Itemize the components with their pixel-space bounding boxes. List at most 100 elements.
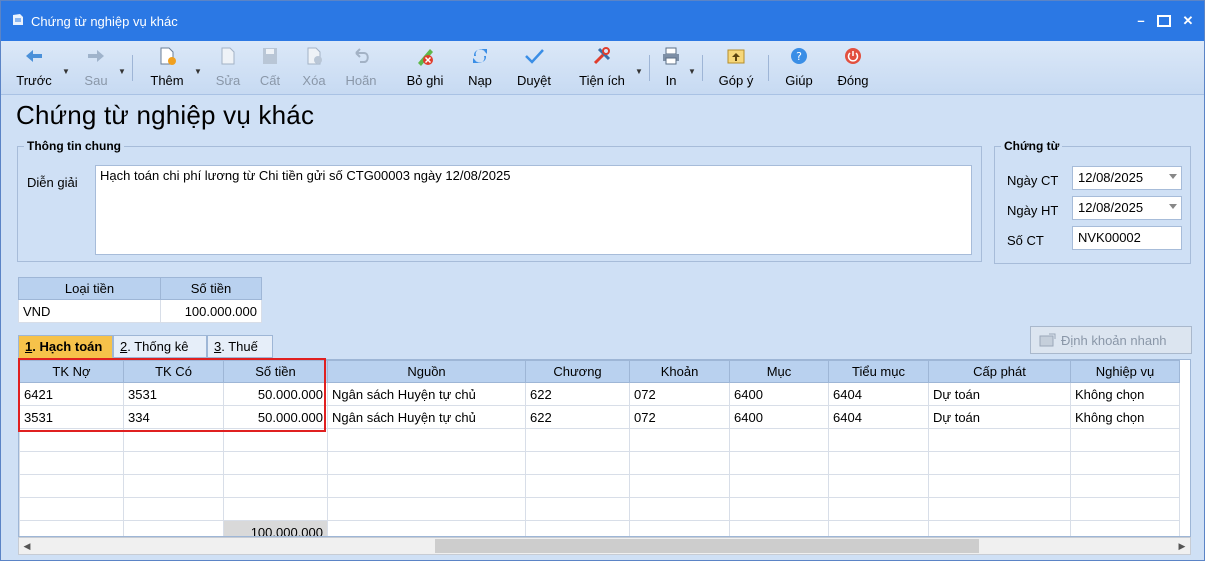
posting-date-label: Ngày HT [1007, 203, 1059, 218]
checkmark-icon [525, 49, 544, 64]
voucher-date-field[interactable]: 12/08/2025 [1072, 166, 1182, 190]
tab-statistics-label: . Thống kê [127, 339, 189, 354]
close-button[interactable]: Đóng [832, 45, 874, 91]
print-dropdown-icon[interactable]: ▼ [688, 67, 696, 76]
arrow-right-icon [88, 50, 104, 62]
unpost-button[interactable]: Bỏ ghi [402, 45, 448, 91]
posting-date-field[interactable]: 12/08/2025 [1072, 196, 1182, 220]
prev-dropdown-icon[interactable]: ▼ [62, 67, 70, 76]
delete-button[interactable]: Xóa [297, 45, 331, 91]
printer-icon [663, 47, 679, 65]
tab-accounting[interactable]: 1. Hạch toán [18, 335, 113, 358]
arrow-left-icon [26, 50, 42, 62]
add-dropdown-icon[interactable]: ▼ [194, 67, 202, 76]
toolbar-separator [702, 55, 703, 81]
feedback-button[interactable]: Góp ý [713, 45, 759, 91]
grid-cell[interactable]: Không chọn [1070, 382, 1180, 406]
grid-cell[interactable]: 622 [525, 382, 630, 406]
currency-amount-header: Số tiền [160, 277, 262, 300]
scrollbar-thumb[interactable] [435, 539, 979, 553]
tools-icon [593, 47, 611, 65]
description-field[interactable]: Hạch toán chi phí lương từ Chi tiền gửi … [95, 165, 972, 255]
chevron-down-icon[interactable] [1169, 174, 1177, 179]
voucher-group: Chứng từ Ngày CT 12/08/2025 Ngày HT 12/0… [994, 139, 1191, 264]
grid-cell[interactable]: Ngân sách Huyện tự chủ [327, 405, 526, 429]
next-dropdown-icon[interactable]: ▼ [118, 67, 126, 76]
grid-cell[interactable]: 6404 [828, 405, 929, 429]
toolbar-separator [649, 55, 650, 81]
scroll-left-icon[interactable]: ◀ [21, 540, 33, 552]
grid-cell[interactable]: 6421 [19, 382, 124, 406]
description-label: Diễn giải [27, 175, 78, 190]
grid-cell[interactable]: 3531 [123, 382, 224, 406]
window: Chứng từ nghiệp vụ khác – ✕ Trước ▼ Sau … [0, 0, 1205, 561]
grid-cell[interactable]: 6404 [828, 382, 929, 406]
table-row[interactable]: 6421 3531 50.000.000 Ngân sách Huyện tự … [19, 382, 1180, 406]
col-allocation-header[interactable]: Cấp phát [928, 360, 1071, 383]
print-button[interactable]: In [658, 45, 684, 91]
scroll-right-icon[interactable]: ▶ [1176, 540, 1188, 552]
quick-entry-button[interactable]: Định khoản nhanh [1030, 326, 1192, 354]
grid-cell[interactable]: 622 [525, 405, 630, 429]
grid-cell[interactable]: 072 [629, 405, 730, 429]
col-operation-header[interactable]: Nghiệp vụ [1070, 360, 1180, 383]
unpost-icon [418, 49, 433, 66]
utility-button[interactable]: Tiện ích [573, 45, 631, 91]
col-item-header[interactable]: Mục [729, 360, 829, 383]
col-source-header[interactable]: Nguồn [327, 360, 526, 383]
next-button[interactable]: Sau [79, 45, 113, 91]
help-button[interactable]: ? Giúp [781, 45, 817, 91]
grid-cell[interactable]: 50.000.000 [223, 405, 328, 429]
col-debit-header[interactable]: TK Nợ [19, 360, 124, 383]
grid-cell[interactable]: 072 [629, 382, 730, 406]
col-subitem-header[interactable]: Tiểu mục [828, 360, 929, 383]
posting-date-value: 12/08/2025 [1078, 200, 1144, 215]
empty-row[interactable] [19, 451, 1180, 475]
grid-cell[interactable]: 3531 [19, 405, 124, 429]
voucher-number-field[interactable]: NVK00002 [1072, 226, 1182, 250]
empty-row[interactable] [19, 474, 1180, 498]
minimize-icon[interactable]: – [1131, 11, 1151, 31]
grid-cell[interactable]: Không chọn [1070, 405, 1180, 429]
prev-button[interactable]: Trước [13, 45, 55, 91]
maximize-icon[interactable] [1154, 11, 1174, 31]
empty-row[interactable] [19, 428, 1180, 452]
load-button[interactable]: Nạp [464, 45, 496, 91]
chevron-down-icon[interactable] [1169, 204, 1177, 209]
utility-dropdown-icon[interactable]: ▼ [635, 67, 643, 76]
tab-tax[interactable]: 3. Thuế [207, 335, 273, 358]
empty-row[interactable] [19, 497, 1180, 521]
tab-tax-label: . Thuế [221, 339, 258, 354]
close-icon[interactable]: ✕ [1178, 11, 1198, 31]
edit-button[interactable]: Sửa [211, 45, 245, 91]
toolbar: Trước ▼ Sau ▼ Thêm ▼ Sửa Cất Xóa Hoãn Bỏ… [1, 41, 1204, 95]
voucher-number-label: Số CT [1007, 233, 1044, 248]
col-credit-header[interactable]: TK Có [123, 360, 224, 383]
currency-amount-cell[interactable]: 100.000.000 [160, 299, 262, 323]
save-button[interactable]: Cất [253, 45, 287, 91]
grid-cell[interactable]: 50.000.000 [223, 382, 328, 406]
grid-cell[interactable]: Ngân sách Huyện tự chủ [327, 382, 526, 406]
col-chapter-header[interactable]: Chương [525, 360, 630, 383]
general-info-group: Thông tin chung Diễn giải Hạch toán chi … [17, 139, 982, 262]
voucher-date-label: Ngày CT [1007, 173, 1059, 188]
grid-cell[interactable]: Dự toán [928, 382, 1071, 406]
tab-statistics[interactable]: 2. Thống kê [113, 335, 207, 358]
title-bar: Chứng từ nghiệp vụ khác – ✕ [1, 1, 1204, 41]
currency-table: Loại tiền Số tiền VND 100.000.000 [18, 277, 262, 323]
tab-accounting-label: . Hạch toán [32, 339, 103, 354]
grid-cell[interactable]: 334 [123, 405, 224, 429]
horizontal-scrollbar[interactable]: ◀ ▶ [18, 537, 1191, 555]
undo-button[interactable]: Hoãn [341, 45, 381, 91]
grid-cell[interactable]: 6400 [729, 405, 829, 429]
grid-cell[interactable]: 6400 [729, 382, 829, 406]
approve-button[interactable]: Duyệt [512, 45, 556, 91]
table-row[interactable]: 3531 334 50.000.000 Ngân sách Huyện tự c… [19, 405, 1180, 429]
general-info-legend: Thông tin chung [24, 139, 124, 153]
col-section-header[interactable]: Khoản [629, 360, 730, 383]
add-button[interactable]: Thêm [147, 45, 187, 91]
grid-cell[interactable]: Dự toán [928, 405, 1071, 429]
col-amount-header[interactable]: Số tiền [223, 360, 328, 383]
quick-entry-icon [1039, 333, 1056, 347]
currency-type-cell[interactable]: VND [18, 299, 161, 323]
